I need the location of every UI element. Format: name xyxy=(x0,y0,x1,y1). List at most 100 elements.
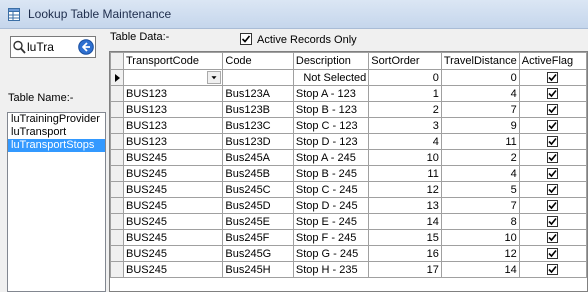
active-flag-checkbox[interactable] xyxy=(547,88,559,100)
table-row[interactable]: BUS245 Bus245B Stop B - 245 11 4 xyxy=(110,165,587,182)
travel-distance-cell[interactable]: 4 xyxy=(440,165,520,182)
table-row[interactable]: BUS245 Bus245F Stop F - 245 15 10 xyxy=(110,229,587,246)
transport-code-cell[interactable]: BUS123 xyxy=(122,101,224,118)
row-selector[interactable] xyxy=(110,149,124,166)
row-selector[interactable] xyxy=(110,213,124,230)
chevron-down-icon[interactable] xyxy=(207,71,222,84)
description-cell[interactable]: Stop A - 245 xyxy=(292,149,370,166)
active-flag-checkbox[interactable] xyxy=(547,136,559,148)
code-cell[interactable]: Bus245B xyxy=(222,165,294,182)
description-cell[interactable]: Stop H - 235 xyxy=(292,261,370,278)
description-cell[interactable]: Stop F - 245 xyxy=(292,229,370,246)
column-header-activeflag[interactable]: ActiveFlag xyxy=(518,52,587,70)
table-name-item[interactable]: luTrainingProvider xyxy=(8,113,105,126)
active-flag-cell[interactable] xyxy=(518,165,587,182)
transport-code-cell[interactable]: BUS245 xyxy=(122,245,224,262)
table-row[interactable]: BUS123 Bus123B Stop B - 123 2 7 xyxy=(110,101,587,118)
search-input[interactable] xyxy=(27,39,77,55)
active-flag-cell[interactable] xyxy=(518,69,587,86)
active-flag-checkbox[interactable] xyxy=(547,216,559,228)
code-cell[interactable]: Bus123A xyxy=(222,85,294,102)
data-grid[interactable]: TransportCode Code Description SortOrder… xyxy=(109,51,588,292)
description-cell[interactable]: Not Selected xyxy=(292,69,370,86)
active-flag-checkbox[interactable] xyxy=(547,200,559,212)
table-row[interactable]: BUS245 Bus245D Stop D - 245 13 7 xyxy=(110,197,587,214)
transport-code-cell[interactable]: BUS245 xyxy=(122,165,224,182)
transport-code-cell[interactable]: BUS245 xyxy=(122,229,224,246)
travel-distance-cell[interactable]: 9 xyxy=(440,117,520,134)
description-cell[interactable]: Stop B - 245 xyxy=(292,165,370,182)
description-cell[interactable]: Stop A - 123 xyxy=(292,85,370,102)
active-flag-cell[interactable] xyxy=(518,213,587,230)
transport-code-cell[interactable]: BUS245 xyxy=(122,261,224,278)
row-selector[interactable] xyxy=(110,245,124,262)
active-flag-cell[interactable] xyxy=(518,101,587,118)
transport-code-cell[interactable]: BUS123 xyxy=(122,117,224,134)
code-cell[interactable]: Bus123D xyxy=(222,133,294,150)
description-cell[interactable]: Stop D - 123 xyxy=(292,133,370,150)
transport-code-cell[interactable]: BUS245 xyxy=(122,197,224,214)
sort-order-cell[interactable]: 11 xyxy=(368,165,442,182)
transport-code-cell[interactable]: BUS123 xyxy=(122,133,224,150)
column-header-sortorder[interactable]: SortOrder xyxy=(368,52,442,70)
active-flag-checkbox[interactable] xyxy=(547,104,559,116)
active-flag-checkbox[interactable] xyxy=(547,72,559,84)
description-cell[interactable]: Stop E - 245 xyxy=(292,213,370,230)
sort-order-cell[interactable]: 1 xyxy=(368,85,442,102)
table-row[interactable]: BUS245 Bus245C Stop C - 245 12 5 xyxy=(110,181,587,198)
row-selector-header[interactable] xyxy=(110,52,124,70)
sort-order-cell[interactable]: 3 xyxy=(368,117,442,134)
active-flag-cell[interactable] xyxy=(518,245,587,262)
sort-order-cell[interactable]: 17 xyxy=(368,261,442,278)
description-cell[interactable]: Stop C - 245 xyxy=(292,181,370,198)
row-selector[interactable] xyxy=(110,69,124,86)
new-row[interactable]: Not Selected 0 0 xyxy=(110,69,587,86)
code-cell[interactable]: Bus123C xyxy=(222,117,294,134)
description-cell[interactable]: Stop B - 123 xyxy=(292,101,370,118)
row-selector[interactable] xyxy=(110,101,124,118)
transport-code-cell[interactable]: BUS245 xyxy=(122,149,224,166)
table-name-item[interactable]: luTransport xyxy=(8,126,105,139)
code-cell[interactable]: Bus245E xyxy=(222,213,294,230)
sort-order-cell[interactable]: 13 xyxy=(368,197,442,214)
row-selector[interactable] xyxy=(110,181,124,198)
search-box[interactable] xyxy=(10,36,96,58)
travel-distance-cell[interactable]: 0 xyxy=(440,69,520,86)
travel-distance-cell[interactable]: 14 xyxy=(440,261,520,278)
active-records-checkbox[interactable] xyxy=(240,33,252,45)
table-row[interactable]: BUS123 Bus123D Stop D - 123 4 11 xyxy=(110,133,587,150)
travel-distance-cell[interactable]: 11 xyxy=(440,133,520,150)
title-bar[interactable]: Lookup Table Maintenance xyxy=(0,0,588,29)
code-cell[interactable]: Bus245H xyxy=(222,261,294,278)
active-flag-cell[interactable] xyxy=(518,117,587,134)
description-cell[interactable]: Stop D - 245 xyxy=(292,197,370,214)
code-cell[interactable]: Bus245F xyxy=(222,229,294,246)
sort-order-cell[interactable]: 14 xyxy=(368,213,442,230)
active-flag-checkbox[interactable] xyxy=(547,168,559,180)
travel-distance-cell[interactable]: 12 xyxy=(440,245,520,262)
sort-order-cell[interactable]: 10 xyxy=(368,149,442,166)
table-row[interactable]: BUS245 Bus245E Stop E - 245 14 8 xyxy=(110,213,587,230)
transport-code-cell[interactable]: BUS245 xyxy=(122,213,224,230)
table-name-list[interactable]: luTrainingProvider luTransport luTranspo… xyxy=(7,112,106,292)
sort-order-cell[interactable]: 2 xyxy=(368,101,442,118)
active-flag-cell[interactable] xyxy=(518,149,587,166)
table-row[interactable]: BUS123 Bus123C Stop C - 123 3 9 xyxy=(110,117,587,134)
row-selector[interactable] xyxy=(110,85,124,102)
active-flag-cell[interactable] xyxy=(518,133,587,150)
row-selector[interactable] xyxy=(110,197,124,214)
active-flag-checkbox[interactable] xyxy=(547,264,559,276)
code-cell[interactable]: Bus245C xyxy=(222,181,294,198)
go-arrow-icon[interactable] xyxy=(78,39,94,55)
sort-order-cell[interactable]: 0 xyxy=(368,69,442,86)
sort-order-cell[interactable]: 4 xyxy=(368,133,442,150)
active-flag-cell[interactable] xyxy=(518,261,587,278)
table-name-item-selected[interactable]: luTransportStops xyxy=(8,139,105,152)
travel-distance-cell[interactable]: 4 xyxy=(440,85,520,102)
transport-code-cell[interactable]: BUS245 xyxy=(122,181,224,198)
description-cell[interactable]: Stop G - 245 xyxy=(292,245,370,262)
active-flag-cell[interactable] xyxy=(518,229,587,246)
row-selector[interactable] xyxy=(110,133,124,150)
transport-code-cell[interactable]: BUS123 xyxy=(122,85,224,102)
active-flag-checkbox[interactable] xyxy=(547,120,559,132)
